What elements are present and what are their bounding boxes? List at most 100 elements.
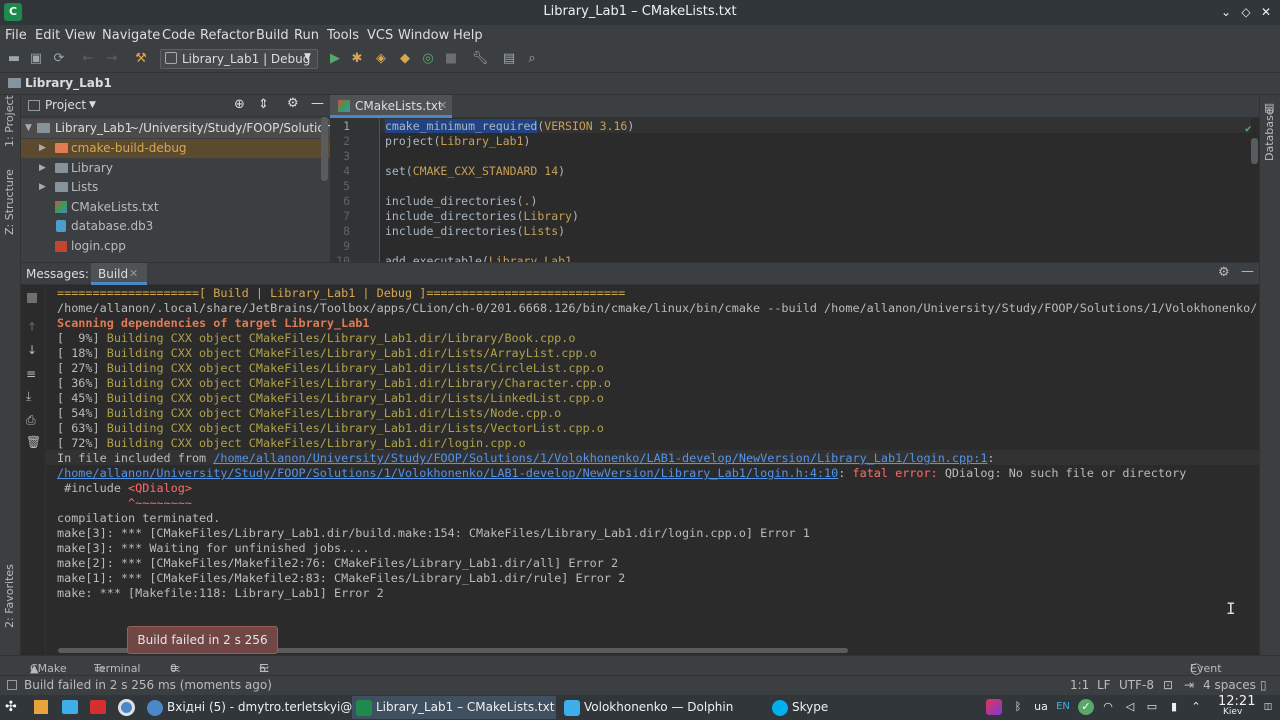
gear-icon[interactable]: ⚙	[287, 96, 299, 111]
volume-icon[interactable]: ◁	[1122, 699, 1138, 715]
save-icon[interactable]: ▣	[27, 50, 45, 68]
menu-file[interactable]: File	[5, 28, 27, 43]
task-dolphin[interactable]: Volokhonenko — Dolphin	[560, 696, 764, 719]
dolphin-app-icon[interactable]	[62, 700, 78, 714]
gear-icon[interactable]: ⚙	[1218, 265, 1230, 280]
run-icon[interactable]: ▶	[326, 50, 344, 68]
bluetooth-icon[interactable]: ᛒ	[1010, 699, 1026, 715]
wifi-icon[interactable]: ◠	[1100, 699, 1116, 715]
forward-icon[interactable]: →	[103, 50, 121, 68]
maximize-icon[interactable]: ◇	[1238, 3, 1254, 21]
build-tab[interactable]: Build ✕	[91, 263, 147, 285]
close-tab-icon[interactable]: ✕	[129, 267, 138, 280]
jetbrains-toolbox-icon[interactable]	[986, 699, 1002, 715]
menu-edit[interactable]: Edit	[35, 28, 60, 43]
file-encoding[interactable]: UTF-8	[1119, 678, 1154, 692]
hide-panel-icon[interactable]: —	[311, 96, 324, 111]
project-panel-title[interactable]: Project	[45, 98, 86, 112]
project-structure-icon[interactable]: ▤	[500, 50, 518, 68]
scroll-to-end-icon[interactable]: ⤓	[26, 389, 31, 404]
close-tab-icon[interactable]: ✕	[438, 99, 447, 112]
menu-vcs[interactable]: VCS	[367, 28, 393, 43]
stop-icon[interactable]: ■	[442, 50, 460, 68]
lock-icon[interactable]: ⊡	[1163, 678, 1173, 692]
window-titlebar[interactable]: C Library_Lab1 – CMakeLists.txt ⌄ ◇ ✕	[0, 0, 1280, 25]
print-icon[interactable]: ⎙	[26, 413, 36, 428]
tree-item[interactable]: ▶ Library	[21, 159, 330, 178]
database-tool-button[interactable]: Database	[1263, 109, 1276, 162]
file-link[interactable]: /home/allanon/University/Study/FOOP/Solu…	[57, 466, 838, 480]
tree-scrollbar[interactable]	[321, 117, 328, 181]
chevron-right-icon[interactable]: ▶	[39, 178, 46, 197]
sync-icon[interactable]: ⟳	[50, 50, 68, 68]
editor-tab[interactable]: CMakeLists.txt ✕	[330, 95, 452, 118]
tree-item[interactable]: ▶ Lists	[21, 178, 330, 197]
updates-check-icon[interactable]: ✓	[1078, 699, 1094, 715]
tree-item[interactable]: ▶ cmake-build-debug	[21, 139, 330, 158]
minimize-icon[interactable]: ⌄	[1218, 3, 1234, 21]
chevron-down-icon[interactable]: ▼	[89, 100, 96, 110]
task-skype[interactable]: Skype	[768, 696, 972, 719]
menu-run[interactable]: Run	[294, 28, 319, 43]
battery-icon[interactable]: ▮	[1166, 699, 1182, 715]
tree-root[interactable]: ▼ Library_Lab1 ~/University/Study/FOOP/S…	[21, 119, 330, 138]
settings-wrench-icon[interactable]: 🔧︎	[471, 50, 489, 68]
menu-refactor[interactable]: Refactor	[200, 28, 255, 43]
indent-setting[interactable]: 4 spaces	[1203, 678, 1256, 692]
file-link[interactable]: /home/allanon/University/Study/FOOP/Solu…	[213, 451, 987, 465]
chevron-right-icon[interactable]: ▶	[39, 159, 46, 178]
menu-view[interactable]: View	[65, 28, 96, 43]
line-separator[interactable]: LF	[1097, 678, 1111, 692]
close-icon[interactable]: ✕	[1258, 3, 1274, 21]
task-chrome[interactable]: Вхідні (5) - dmytro.terletskyi@...	[143, 696, 364, 719]
collapse-all-icon[interactable]: ⇕	[258, 97, 269, 112]
menu-help[interactable]: Help	[453, 28, 483, 43]
clipboard-icon[interactable]: ▭	[1144, 699, 1160, 715]
profile-icon[interactable]: ◆	[396, 50, 414, 68]
chevron-right-icon[interactable]: ▶	[39, 139, 46, 158]
status-message[interactable]: Build failed in 2 s 256 ms (moments ago)	[24, 678, 272, 692]
breadcrumb-project[interactable]: Library_Lab1	[25, 76, 112, 90]
menu-tools[interactable]: Tools	[327, 28, 359, 43]
chevron-down-icon[interactable]: ▼	[25, 119, 32, 138]
editor-scrollbar[interactable]	[1251, 138, 1258, 164]
task-clion[interactable]: Library_Lab1 – CMakeLists.txt	[352, 696, 556, 719]
arrow-down-icon[interactable]: ↓	[27, 343, 37, 357]
files-app-icon[interactable]	[34, 700, 48, 714]
structure-tool-button[interactable]: Z: Structure	[3, 169, 16, 235]
trash-icon[interactable]: 🗑︎	[26, 435, 41, 449]
caret-position[interactable]: 1:1	[1070, 678, 1089, 692]
run-coverage-icon[interactable]: ◈	[372, 50, 390, 68]
inspection-ok-icon[interactable]: ✔	[1245, 122, 1252, 135]
menu-build[interactable]: Build	[256, 28, 289, 43]
code-editor[interactable]: cmake_minimum_required(VERSION 3.16) pro…	[381, 118, 1259, 262]
open-folder-icon[interactable]: ▬	[5, 50, 23, 68]
arrow-up-icon[interactable]: ↑	[27, 320, 37, 334]
attach-icon[interactable]: ◎	[419, 50, 437, 68]
menu-navigate[interactable]: Navigate	[102, 28, 160, 43]
tree-item[interactable]: database.db3	[21, 217, 330, 236]
tree-item[interactable]: login.cpp	[21, 237, 330, 256]
menu-code[interactable]: Code	[162, 28, 195, 43]
app-launcher-icon[interactable]: ✣	[5, 699, 17, 715]
build-failed-balloon[interactable]: Build failed in 2 s 256 ms	[127, 626, 278, 673]
search-icon[interactable]: ⌕	[523, 50, 541, 68]
locate-icon[interactable]: ⊕	[234, 97, 245, 112]
project-tool-button[interactable]: 1: Project	[3, 95, 16, 147]
tree-item[interactable]: CMakeLists.txt	[21, 198, 330, 217]
tray-expand-icon[interactable]: ⌃	[1188, 699, 1204, 715]
keyboard-layout[interactable]: ua	[1032, 699, 1050, 715]
show-desktop-icon[interactable]: ◫	[1260, 699, 1276, 715]
input-method[interactable]: EN	[1054, 699, 1072, 715]
debug-icon[interactable]: ✱	[348, 50, 366, 68]
stop-icon[interactable]	[27, 293, 37, 303]
soft-wrap-icon[interactable]: ≡	[26, 367, 36, 381]
hide-panel-icon[interactable]: —	[1241, 264, 1254, 279]
memory-icon[interactable]: ▯	[1260, 678, 1267, 692]
build-hammer-icon[interactable]: ⚒	[132, 50, 150, 68]
run-config-select[interactable]: Library_Lab1 | Debug ▼	[160, 49, 318, 69]
toggle-panels-icon[interactable]	[7, 680, 17, 690]
pdf-app-icon[interactable]	[90, 700, 106, 714]
chrome-app-icon[interactable]	[118, 699, 135, 716]
menu-window[interactable]: Window	[398, 28, 449, 43]
